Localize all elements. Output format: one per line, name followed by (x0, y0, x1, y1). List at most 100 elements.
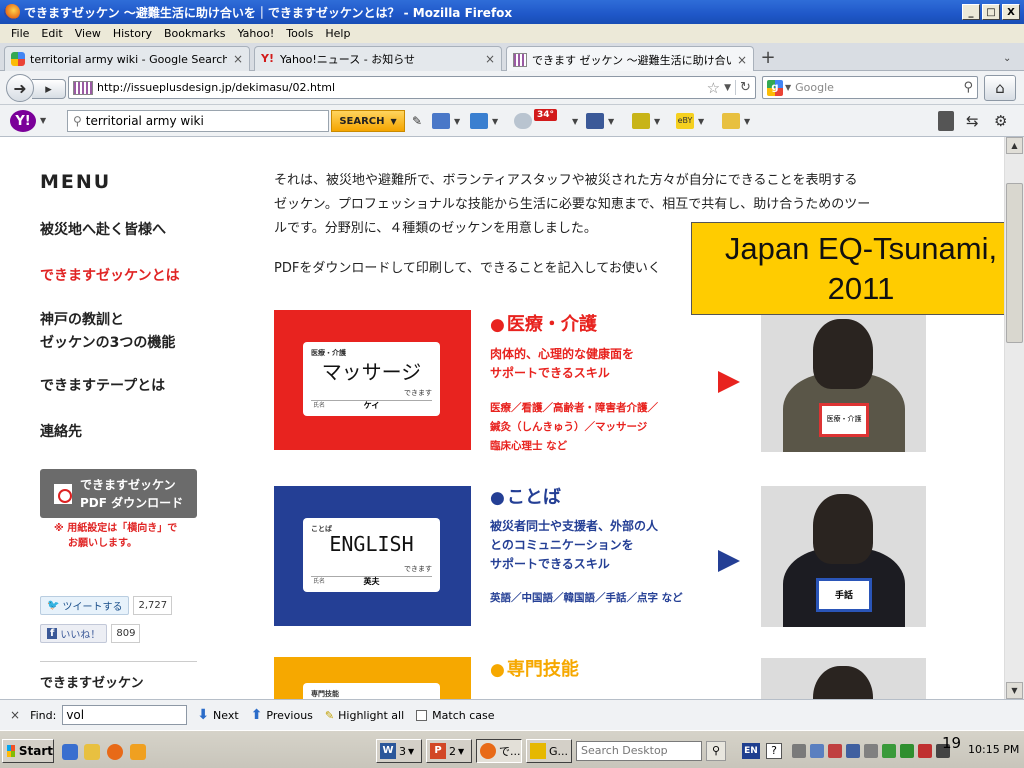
zekken-tag: 専門技能 (303, 683, 440, 699)
minimize-button[interactable]: _ (962, 4, 980, 20)
taskbar-powerpoint-group[interactable]: P 2 ▼ (426, 739, 472, 763)
reload-icon[interactable]: ↻ (735, 80, 755, 95)
desktop-search-input[interactable]: Search Desktop (576, 741, 702, 761)
nav-item-contact[interactable]: 連絡先 (40, 421, 82, 444)
taskbar-folder-window[interactable]: G... (526, 739, 572, 763)
mail-dropdown-icon[interactable]: ▼ (492, 117, 498, 126)
bookmarks-dropdown-icon[interactable]: ▼ (454, 117, 460, 126)
find-next-button[interactable]: ⬇ Next (197, 707, 238, 723)
menu-edit[interactable]: Edit (36, 27, 69, 40)
list-tool[interactable] (938, 111, 954, 131)
close-find-bar-icon[interactable]: × (10, 708, 20, 722)
highlight-all-button[interactable]: ✎ Highlight all (325, 709, 404, 722)
notes-tool[interactable]: ▼ (632, 112, 660, 130)
language-indicator[interactable]: EN (742, 743, 760, 759)
checkbox-icon[interactable] (416, 709, 428, 721)
widget-dropdown-icon[interactable]: ▼ (744, 117, 750, 126)
arrows-tool[interactable]: ⇆ (966, 112, 979, 130)
tray-security-icon[interactable] (828, 744, 842, 758)
tray-update-icon[interactable] (882, 744, 896, 758)
new-tab-button[interactable]: + (757, 49, 779, 69)
forward-button[interactable]: ▸ (32, 79, 66, 99)
close-tab-icon[interactable]: × (233, 52, 243, 66)
start-button[interactable]: Start (2, 739, 54, 763)
url-bar[interactable]: http://issueplusdesign.jp/dekimasu/02.ht… (68, 76, 756, 99)
google-engine-icon[interactable]: g (767, 79, 783, 96)
back-button[interactable]: ➜ (6, 74, 34, 102)
scroll-up-icon[interactable]: ▲ (1006, 137, 1023, 154)
tab-yahoo-news[interactable]: Y! Yahoo!ニュース - お知らせ × (254, 46, 502, 71)
tab-dekimasu[interactable]: できます ゼッケン ～避難生活に助け合いを... × (506, 46, 754, 72)
quicklaunch-office-icon[interactable] (130, 744, 146, 760)
menu-tools[interactable]: Tools (281, 27, 320, 40)
menu-file[interactable]: File (6, 27, 36, 40)
menu-bookmarks[interactable]: Bookmarks (159, 27, 232, 40)
like-button[interactable]: f いいね！ (40, 624, 108, 643)
menu-history[interactable]: History (108, 27, 159, 40)
taskbar-word-group[interactable]: W 3 ▼ (376, 739, 422, 763)
pencil-tool[interactable]: ✎ (412, 112, 422, 130)
nav-item-zekken-bottom[interactable]: できますゼッケン (40, 675, 144, 693)
desktop-search-button[interactable]: ⚲ (706, 741, 726, 761)
menu-help[interactable]: Help (320, 27, 357, 40)
facebook-tool[interactable]: ▼ (586, 112, 614, 130)
menu-view[interactable]: View (70, 27, 108, 40)
close-tab-icon[interactable]: × (485, 52, 495, 66)
yahoo-menu-dropdown-icon[interactable]: ▼ (40, 116, 46, 125)
tray-display-icon[interactable] (810, 744, 824, 758)
notes-dropdown-icon[interactable]: ▼ (654, 117, 660, 126)
ebay-dropdown-icon[interactable]: ▼ (698, 117, 704, 126)
site-identity-icon[interactable] (73, 80, 93, 95)
weather-dropdown-icon[interactable]: ▼ (572, 117, 578, 126)
pdf-download-button[interactable]: できますゼッケン PDF ダウンロード (40, 469, 197, 518)
bookmark-star-icon[interactable]: ☆ (707, 79, 720, 97)
yahoo-logo-icon[interactable]: Y! (10, 110, 36, 132)
tweet-button[interactable]: 🐦 ツイートする (40, 596, 130, 615)
bookmarks-tool[interactable]: ▼ (432, 112, 460, 130)
tab-list-dropdown-icon[interactable]: ⌄ (1003, 53, 1011, 64)
taskbar-firefox-window[interactable]: で... (476, 739, 522, 763)
tray-device-icon[interactable] (864, 744, 878, 758)
search-dropdown-icon[interactable]: ▼ (391, 117, 397, 126)
quicklaunch-ie-icon[interactable] (62, 744, 78, 760)
yahoo-search-value[interactable]: territorial army wiki (86, 114, 204, 128)
url-text[interactable]: http://issueplusdesign.jp/dekimasu/02.ht… (97, 81, 707, 94)
match-case-checkbox[interactable]: Match case (416, 709, 495, 722)
nav-item-to-volunteers[interactable]: 被災地へ赴く皆様へ (40, 219, 166, 242)
quicklaunch-firefox-icon[interactable] (107, 744, 123, 760)
menu-yahoo[interactable]: Yahoo! (232, 27, 281, 40)
tray-sync-icon[interactable] (846, 744, 860, 758)
nav-item-three-functions[interactable]: ゼッケンの3つの機能 (40, 332, 175, 355)
web-search-box[interactable]: g ▼ Google ⚲ (762, 76, 978, 99)
nav-item-tape[interactable]: できますテープとは (40, 375, 165, 398)
tray-network-icon[interactable] (792, 744, 806, 758)
url-history-dropdown-icon[interactable]: ▼ (724, 83, 731, 93)
scroll-down-icon[interactable]: ▼ (1006, 682, 1023, 699)
close-tab-icon[interactable]: × (737, 53, 747, 67)
nav-item-kobe-lessons[interactable]: 神戸の教訓と (40, 309, 124, 332)
scrollbar-thumb[interactable] (1006, 183, 1023, 343)
vertical-scrollbar[interactable]: ▲ ▼ (1004, 137, 1024, 699)
find-input[interactable]: vol (62, 705, 188, 725)
quicklaunch-folder-icon[interactable] (84, 744, 100, 760)
widget-tool[interactable]: ▼ (722, 112, 750, 130)
facebook-dropdown-icon[interactable]: ▼ (608, 117, 614, 126)
search-magnifier-icon[interactable]: ⚲ (963, 80, 973, 95)
yahoo-search-button[interactable]: SEARCH ▼ (331, 110, 405, 132)
yahoo-search-input[interactable]: ⚲ territorial army wiki (67, 110, 329, 132)
close-window-button[interactable]: X (1002, 4, 1020, 20)
tab-google-search[interactable]: territorial army wiki - Google Search × (4, 46, 250, 71)
find-previous-button[interactable]: ⬆ Previous (251, 707, 313, 723)
settings-tool[interactable]: ⚙ (994, 112, 1007, 130)
nav-item-what-is-zekken[interactable]: できますゼッケンとは (40, 265, 180, 288)
home-button[interactable]: ⌂ (984, 75, 1016, 101)
tray-app-icon[interactable] (900, 744, 914, 758)
tray-alert-icon[interactable] (918, 744, 932, 758)
help-icon[interactable]: ? (766, 743, 782, 759)
ebay-tool[interactable]: eBY ▼ (676, 112, 704, 130)
maximize-button[interactable]: □ (982, 4, 1000, 20)
taskbar-clock[interactable]: 10:15 PM (968, 743, 1019, 756)
mail-tool[interactable]: ▼ (470, 112, 498, 130)
search-engine-placeholder[interactable]: Google (795, 81, 963, 94)
engine-dropdown-icon[interactable]: ▼ (785, 83, 791, 92)
